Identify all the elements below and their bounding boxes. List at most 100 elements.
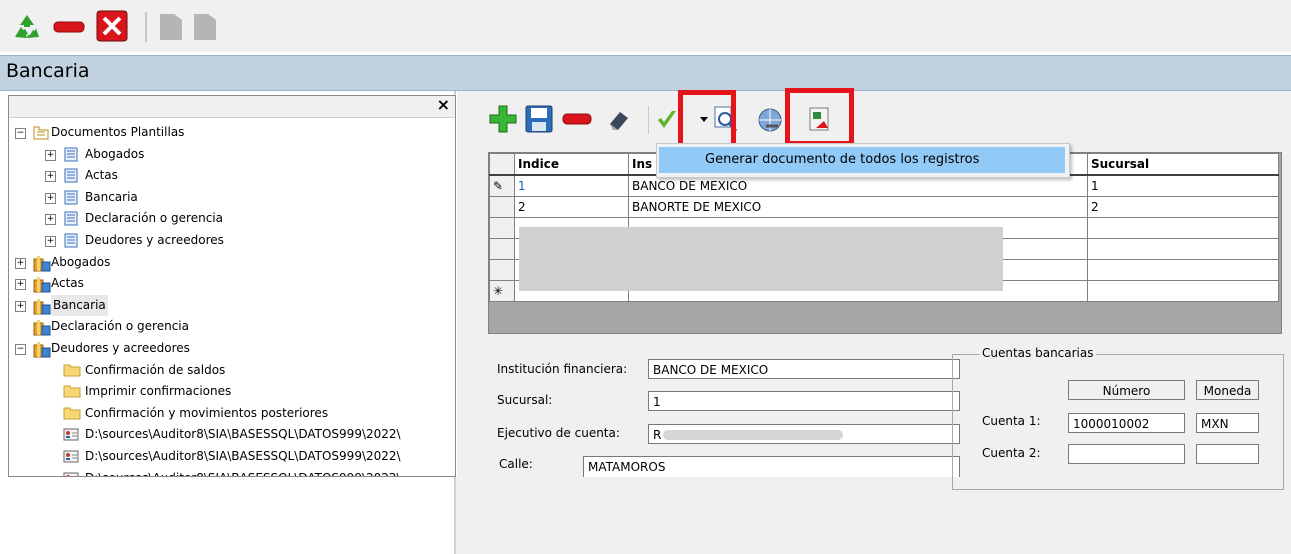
cell-indice[interactable]: 2 <box>514 196 629 218</box>
tree-item[interactable]: + Actas <box>9 273 455 294</box>
cuentas-bancarias-title: Cuentas bancarias <box>980 346 1096 360</box>
generate-dropdown-menu: Generar documento de todos los registros <box>656 143 1070 178</box>
calle-field[interactable]: MATAMOROS <box>583 456 960 477</box>
row-indicator[interactable] <box>489 238 515 260</box>
ejecutivo-field[interactable]: R <box>648 424 960 444</box>
cuenta2-moneda-field[interactable] <box>1196 444 1259 464</box>
expand-icon[interactable]: + <box>15 279 26 291</box>
expand-icon[interactable]: + <box>45 149 56 161</box>
document-icon <box>63 211 79 226</box>
tree-item[interactable]: + Bancaria <box>9 187 455 208</box>
row-indicator[interactable] <box>489 259 515 281</box>
cuenta1-label: Cuenta 1: <box>982 414 1041 428</box>
tree-item[interactable]: + Declaración o gerencia <box>9 208 455 229</box>
tree-item[interactable]: + Bancaria <box>9 294 455 316</box>
tree-item[interactable]: − Deudores y acreedores <box>9 338 455 359</box>
tree-item[interactable]: Imprimir confirmaciones <box>9 381 455 402</box>
add-icon[interactable] <box>488 104 518 137</box>
template-folder-icon <box>33 125 49 140</box>
table-row[interactable]: 2 BANORTE DE MEXICO 2 <box>489 196 1279 218</box>
cuenta1-moneda-field[interactable]: MXN <box>1196 413 1259 433</box>
cell-sucursal[interactable] <box>1087 217 1279 239</box>
institucion-field[interactable]: BANCO DE MEXICO <box>648 359 960 379</box>
expand-icon[interactable]: + <box>45 192 56 204</box>
row-indicator[interactable]: ✎ <box>489 174 515 197</box>
row-header-corner <box>489 153 515 176</box>
column-header-sucursal[interactable]: Sucursal <box>1087 153 1279 176</box>
tree-item-label: D:\sources\Auditor8\SIA\BASESSQL\DATOS99… <box>85 449 401 463</box>
cell-institucion[interactable]: BANCO DE MEXICO <box>628 174 1088 197</box>
window-title-bar: Bancaria <box>0 55 1291 91</box>
cell-sucursal[interactable] <box>1087 238 1279 260</box>
delete-icon[interactable] <box>562 113 592 128</box>
row-indicator[interactable] <box>489 217 515 239</box>
tree-item-label: Declaración o gerencia <box>85 211 223 226</box>
tree-item[interactable]: D:\sources\Auditor8\SIA\BASESSQL\DATOS99… <box>9 468 455 476</box>
document-icon <box>63 147 79 162</box>
close-icon[interactable] <box>95 9 129 43</box>
cell-sucursal[interactable] <box>1087 280 1279 302</box>
recycle-icon[interactable] <box>10 10 44 44</box>
eraser-icon[interactable] <box>606 108 632 135</box>
tree-item[interactable]: Declaración o gerencia <box>9 316 455 337</box>
tree-item[interactable]: Confirmación de saldos <box>9 360 455 381</box>
cell-sucursal[interactable]: 2 <box>1087 196 1279 218</box>
menu-item-label: Generar documento de todos los registros <box>705 152 980 167</box>
sucursal-field[interactable]: 1 <box>648 391 960 411</box>
document-icon <box>63 168 79 183</box>
expand-icon[interactable]: + <box>45 214 56 226</box>
row-indicator[interactable]: ✳ <box>489 280 515 302</box>
document-icon <box>63 190 79 205</box>
cuenta2-numero-field[interactable] <box>1068 444 1185 464</box>
document-icon <box>63 233 79 248</box>
tree-item[interactable]: − Documentos Plantillas <box>9 122 455 143</box>
cell-indice[interactable]: 1 <box>514 174 629 197</box>
minus-icon[interactable] <box>52 10 86 44</box>
tree-item-label: Imprimir confirmaciones <box>85 384 232 399</box>
tree-item[interactable]: D:\sources\Auditor8\SIA\BASESSQL\DATOS99… <box>9 424 455 445</box>
gift-db-icon <box>33 319 51 336</box>
expand-icon[interactable]: + <box>45 236 56 247</box>
institucion-label: Institución financiera: <box>497 362 628 376</box>
expand-icon[interactable]: + <box>15 257 26 269</box>
save-icon[interactable] <box>524 104 554 137</box>
expand-icon[interactable]: + <box>15 300 26 312</box>
tree-item[interactable]: + Deudores y acreedores <box>9 230 455 251</box>
redacted-area <box>519 227 1003 291</box>
tree-item-label: Deudores y acreedores <box>51 341 190 355</box>
column-header-indice[interactable]: Indice <box>514 153 629 176</box>
globe-icon[interactable] <box>756 106 784 137</box>
tree-item[interactable]: D:\sources\Auditor8\SIA\BASESSQL\DATOS99… <box>9 446 455 467</box>
cuenta1-numero-field[interactable]: 1000010002 <box>1068 413 1185 433</box>
cell-sucursal[interactable]: 1 <box>1087 174 1279 197</box>
tree-item-label: Bancaria <box>85 189 138 204</box>
close-icon[interactable]: × <box>437 96 450 114</box>
tree-item[interactable]: + Abogados <box>9 252 455 273</box>
collapse-icon[interactable]: − <box>15 344 26 355</box>
tree-item[interactable]: + Actas <box>9 165 455 186</box>
expand-icon[interactable]: + <box>45 171 56 183</box>
folder-icon <box>63 363 81 378</box>
cell-sucursal[interactable] <box>1087 259 1279 281</box>
tree-header: × <box>9 96 455 118</box>
gift-db-icon <box>33 276 51 293</box>
ejecutivo-label: Ejecutivo de cuenta: <box>497 426 620 440</box>
generate-all-records-menu-item[interactable]: Generar documento de todos los registros <box>659 147 1065 173</box>
tree-item[interactable]: Confirmación y movimientos posteriores <box>9 403 455 424</box>
check-icon[interactable] <box>656 108 678 135</box>
cell-institucion[interactable]: BANORTE DE MEXICO <box>628 196 1088 218</box>
row-indicator[interactable] <box>489 196 515 218</box>
main-toolbar <box>0 0 1291 52</box>
tree-item[interactable]: + Abogados <box>9 144 455 165</box>
disabled-doc-icon[interactable] <box>188 9 222 43</box>
collapse-icon[interactable]: − <box>15 128 26 139</box>
table-row[interactable]: ✎ 1 BANCO DE MEXICO 1 <box>489 174 1279 197</box>
ejecutivo-value: R <box>653 428 662 442</box>
calle-label: Calle: <box>499 457 533 471</box>
cuenta2-label: Cuenta 2: <box>982 446 1041 460</box>
tree-panel: × − Documentos Plantillas + Abogados + Actas +… <box>8 95 456 477</box>
tree-item-label: D:\sources\Auditor8\SIA\BASESSQL\DATOS99… <box>85 427 401 442</box>
redacted-area <box>663 430 843 440</box>
disabled-doc-icon[interactable] <box>154 9 188 43</box>
tree-item-label: Documentos Plantillas <box>51 125 185 139</box>
